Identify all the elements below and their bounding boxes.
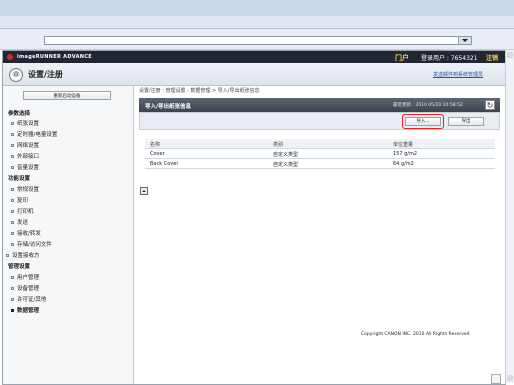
canon-logo-icon xyxy=(7,54,13,60)
bullet-icon xyxy=(11,144,14,147)
cell-category: 自定义类型 xyxy=(273,162,299,168)
sidebar-item-printer[interactable]: 打印机 xyxy=(11,207,34,215)
panel-title: 导入/导出纸张信息 xyxy=(145,104,192,110)
logout-link[interactable]: 注销 xyxy=(486,53,498,62)
cell-category: 自定义类型 xyxy=(273,152,299,158)
browser-titlebar xyxy=(0,0,514,17)
bullet-icon xyxy=(11,298,14,301)
title-bar: ✲ 设置/注册 发送邮件到系统管理员 xyxy=(3,63,505,86)
bullet-icon xyxy=(11,243,14,246)
table-row: Cover 自定义类型 157 g/m2 xyxy=(145,149,495,159)
import-button[interactable]: 导入... xyxy=(405,117,441,126)
bullet-icon xyxy=(11,166,14,169)
sidebar-item-license-other[interactable]: 许可证/其他 xyxy=(11,295,46,303)
refresh-icon[interactable]: ↻ xyxy=(485,100,495,110)
vertical-scrollbar[interactable] xyxy=(505,50,514,383)
bullet-icon xyxy=(11,276,14,279)
settings-icon: ✲ xyxy=(9,68,23,82)
resize-corner-icon xyxy=(491,374,501,384)
sidebar: 重新启动设备 参数选择 纸张设置 定时器/电量设置 网络设置 外部接口 音量设置… xyxy=(3,86,134,384)
sidebar-item-paper-settings[interactable]: 纸张设置 xyxy=(11,119,39,127)
sidebar-item-timer-settings[interactable]: 定时器/电量设置 xyxy=(11,130,57,138)
copyright: Copyright CANON INC. 2010 All Rights Res… xyxy=(361,332,470,337)
address-input[interactable] xyxy=(44,36,472,45)
sidebar-item-network-settings[interactable]: 网络设置 xyxy=(11,141,39,149)
column-header-category: 类别 xyxy=(273,142,284,148)
sidebar-item-external-interface[interactable]: 外部接口 xyxy=(11,152,39,160)
sidebar-item-user-management[interactable]: 用户管理 xyxy=(11,273,39,281)
cell-weight: 157 g/m2 xyxy=(393,151,418,157)
column-header-weight: 单位重量 xyxy=(393,142,414,148)
bullet-icon xyxy=(11,287,14,290)
sidebar-item-store-access-files[interactable]: 存储/访问文件 xyxy=(11,240,52,248)
sidebar-section-function-settings: 功能设置 xyxy=(8,176,31,182)
panel-header: 导入/导出纸张信息 最近更新 : 2010 05/20 10:58:52 ↻ xyxy=(139,98,500,112)
sidebar-item-set-destination[interactable]: 设置接收方 xyxy=(6,251,40,259)
bullet-icon xyxy=(11,122,14,125)
cell-weight: 64 g/m2 xyxy=(393,161,414,167)
scroll-down-icon[interactable] xyxy=(507,375,513,381)
portal-link[interactable]: 门户 xyxy=(395,53,409,63)
sidebar-section-management-settings: 管理设置 xyxy=(8,264,31,270)
login-user: 登录用户 : 7654321 xyxy=(421,55,478,62)
sidebar-item-volume-settings[interactable]: 音量设置 xyxy=(11,163,39,171)
collapse-icon[interactable] xyxy=(140,187,148,195)
bullet-icon xyxy=(11,188,14,191)
page-title: 设置/注册 xyxy=(28,70,63,79)
bullet-icon xyxy=(11,309,14,312)
bullet-icon xyxy=(11,232,14,235)
bullet-icon xyxy=(11,199,14,202)
cell-name: Back Cover xyxy=(150,161,179,167)
brand-bar: imageRUNNER ADVANCE 门户 登录用户 : 7654321 注销 xyxy=(3,51,505,63)
column-header-name: 名称 xyxy=(150,142,161,148)
notify-admin-link[interactable]: 发送邮件到系统管理员 xyxy=(433,71,483,78)
page-viewport: imageRUNNER ADVANCE 门户 登录用户 : 7654321 注销… xyxy=(2,50,506,385)
panel-toolbar: 导入... 导出 xyxy=(139,112,500,130)
sidebar-item-send[interactable]: 发送 xyxy=(11,218,28,226)
bullet-icon xyxy=(11,133,14,136)
table-header-row: 名称 类别 单位重量 xyxy=(145,139,495,149)
sidebar-item-common-settings[interactable]: 常规设置 xyxy=(11,185,39,193)
scroll-up-icon[interactable] xyxy=(507,52,513,58)
sidebar-item-data-management[interactable]: 数据管理 xyxy=(11,306,39,314)
bullet-icon xyxy=(6,254,9,257)
sidebar-item-copy[interactable]: 复印 xyxy=(11,196,28,204)
bullet-icon xyxy=(11,155,14,158)
cell-name: Cover xyxy=(150,151,165,157)
bullet-icon xyxy=(11,210,14,213)
restart-device-button[interactable]: 重新启动设备 xyxy=(23,91,111,100)
sidebar-item-receive-forward[interactable]: 接收/转发 xyxy=(11,229,41,237)
sidebar-item-device-management[interactable]: 设备管理 xyxy=(11,284,39,292)
table-row: Back Cover 自定义类型 64 g/m2 xyxy=(145,159,495,169)
sidebar-section-preferences: 参数选择 xyxy=(8,111,31,117)
last-updated: 最近更新 : 2010 05/20 10:58:52 xyxy=(393,103,463,108)
brand-name: imageRUNNER ADVANCE xyxy=(17,54,92,60)
browser-menubar xyxy=(0,16,514,29)
export-button[interactable]: 导出 xyxy=(448,117,484,126)
breadcrumb: 设置/注册 : 管理设置 : 数据管理 > 导入/导出纸张信息 xyxy=(139,88,260,94)
bullet-icon xyxy=(11,221,14,224)
address-dropdown-icon[interactable] xyxy=(458,37,471,44)
